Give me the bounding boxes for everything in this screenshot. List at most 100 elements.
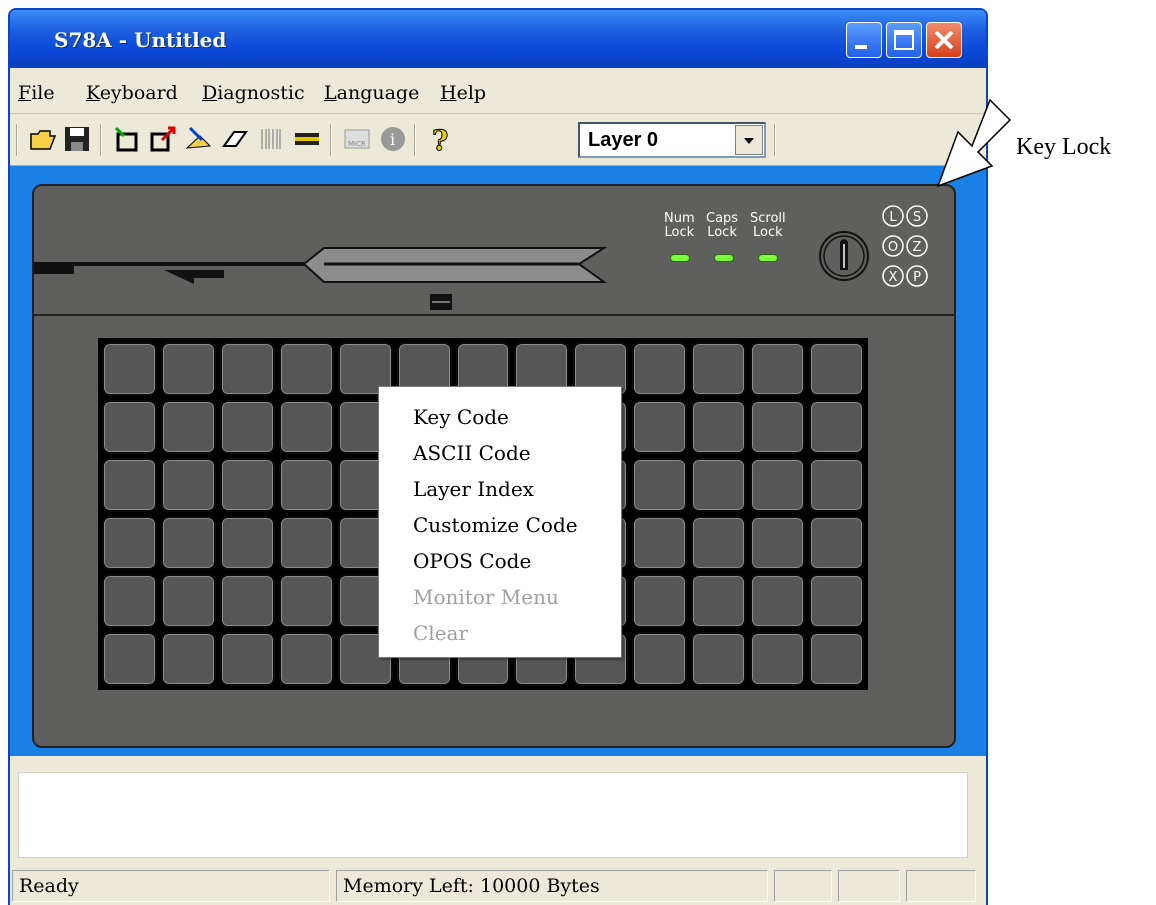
new-layer-icon[interactable] [112,124,142,154]
menu-bar: File Keyboard Diagnostic Language Help [10,68,986,114]
menu-item-opos-code[interactable]: OPOS Code [413,549,531,573]
keyboard-key[interactable] [160,516,216,570]
keyboard-key[interactable] [278,342,334,396]
keyboard-key[interactable] [102,400,157,454]
status-memory: Memory Left: 10000 Bytes [336,870,768,902]
key-lock-annotation: Key Lock [1016,134,1112,160]
led-scroll-line1: Scroll [750,211,786,226]
card-reader-icon [34,247,608,310]
menu-item-clear: Clear [413,621,469,645]
keyboard-key[interactable] [219,516,275,570]
keyboard-key[interactable] [219,458,275,512]
menu-item-key-code[interactable]: Key Code [413,405,509,429]
keyboard-key[interactable] [632,632,688,686]
close-button[interactable] [926,22,962,58]
menu-language[interactable]: Language [324,82,419,104]
keyboard-key[interactable] [691,574,747,628]
menu-item-ascii-code[interactable]: ASCII Code [413,441,531,465]
keyboard-key[interactable] [691,516,747,570]
caps-lock-led [714,254,734,262]
keyboard-key[interactable] [219,632,275,686]
barcode-icon[interactable] [256,124,286,154]
keyboard-key[interactable] [160,400,216,454]
magstripe-icon[interactable] [292,124,322,154]
keyboard-key[interactable] [278,632,334,686]
svg-text:?: ? [432,124,448,154]
layer-select[interactable]: Layer 0 [578,122,766,158]
keyboard-key[interactable] [102,632,157,686]
status-bar: Ready Memory Left: 10000 Bytes [10,866,986,905]
keyboard-key[interactable] [750,574,806,628]
eraser-icon[interactable] [220,124,250,154]
keyboard-key[interactable] [750,516,806,570]
keyboard-key[interactable] [809,458,864,512]
status-ready: Ready [12,870,330,902]
save-icon[interactable] [62,124,92,154]
keyboard-key[interactable] [160,574,216,628]
keyboard-key[interactable] [632,342,688,396]
context-menu: Key Code ASCII Code Layer Index Customiz… [378,386,622,658]
keyboard-key[interactable] [750,400,806,454]
help-icon[interactable]: ? [426,124,456,154]
menu-item-monitor-menu: Monitor Menu [413,585,559,609]
status-pane-3 [906,870,976,902]
keyboard-key[interactable] [691,342,747,396]
toolbar-separator [414,124,416,156]
menu-help[interactable]: Help [440,82,486,104]
keyboard-key[interactable] [278,574,334,628]
menu-item-layer-index[interactable]: Layer Index [413,477,534,501]
menu-keyboard[interactable]: Keyboard [86,82,178,104]
keyboard-key[interactable] [809,516,864,570]
keyboard-key[interactable] [102,574,157,628]
keyboard-key[interactable] [278,458,334,512]
close-icon [934,30,954,50]
export-icon[interactable] [148,124,178,154]
toolbar: MICR i ? Layer 0 [10,114,986,166]
key-lock-icon[interactable] [814,226,874,286]
lock-pos-z: Z [913,240,922,255]
keyboard-key[interactable] [809,574,864,628]
keyboard-key[interactable] [632,458,688,512]
minimize-button[interactable] [846,22,882,58]
menu-file[interactable]: File [18,82,55,104]
output-pane[interactable] [18,772,968,858]
keyboard-key[interactable] [160,342,216,396]
lock-pos-l: L [889,210,897,225]
menu-item-customize-code[interactable]: Customize Code [413,513,578,537]
keyboard-key[interactable] [102,342,157,396]
keyboard-key[interactable] [691,632,747,686]
keyboard-key[interactable] [632,400,688,454]
keyboard-key[interactable] [278,400,334,454]
info-icon[interactable]: i [378,124,408,154]
import-icon[interactable] [184,124,214,154]
keyboard-key[interactable] [160,632,216,686]
keyboard-key[interactable] [278,516,334,570]
micr-icon[interactable]: MICR [342,124,372,154]
key-lock-positions: L S O Z X P [882,205,928,287]
keyboard-key[interactable] [809,400,864,454]
keyboard-key[interactable] [632,574,688,628]
layer-select-value: Layer 0 [588,129,659,151]
open-icon[interactable] [28,124,58,154]
keyboard-key[interactable] [809,342,864,396]
menu-diagnostic[interactable]: Diagnostic [202,82,305,104]
keyboard-key[interactable] [219,574,275,628]
keyboard-key[interactable] [750,632,806,686]
keyboard-key[interactable] [102,458,157,512]
lock-pos-x: X [889,270,898,285]
keyboard-key[interactable] [750,342,806,396]
led-num-line2: Lock [664,225,695,240]
svg-text:MICR: MICR [348,140,366,148]
title-bar[interactable]: S78A - Untitled [10,10,986,68]
keyboard-key[interactable] [102,516,157,570]
keyboard-key[interactable] [632,516,688,570]
keyboard-key[interactable] [219,400,275,454]
keyboard-key[interactable] [691,458,747,512]
keyboard-key[interactable] [160,458,216,512]
layer-dropdown-button[interactable] [735,125,763,155]
maximize-button[interactable] [886,22,922,58]
keyboard-key[interactable] [750,458,806,512]
keyboard-key[interactable] [691,400,747,454]
keyboard-key[interactable] [219,342,275,396]
keyboard-key[interactable] [809,632,864,686]
